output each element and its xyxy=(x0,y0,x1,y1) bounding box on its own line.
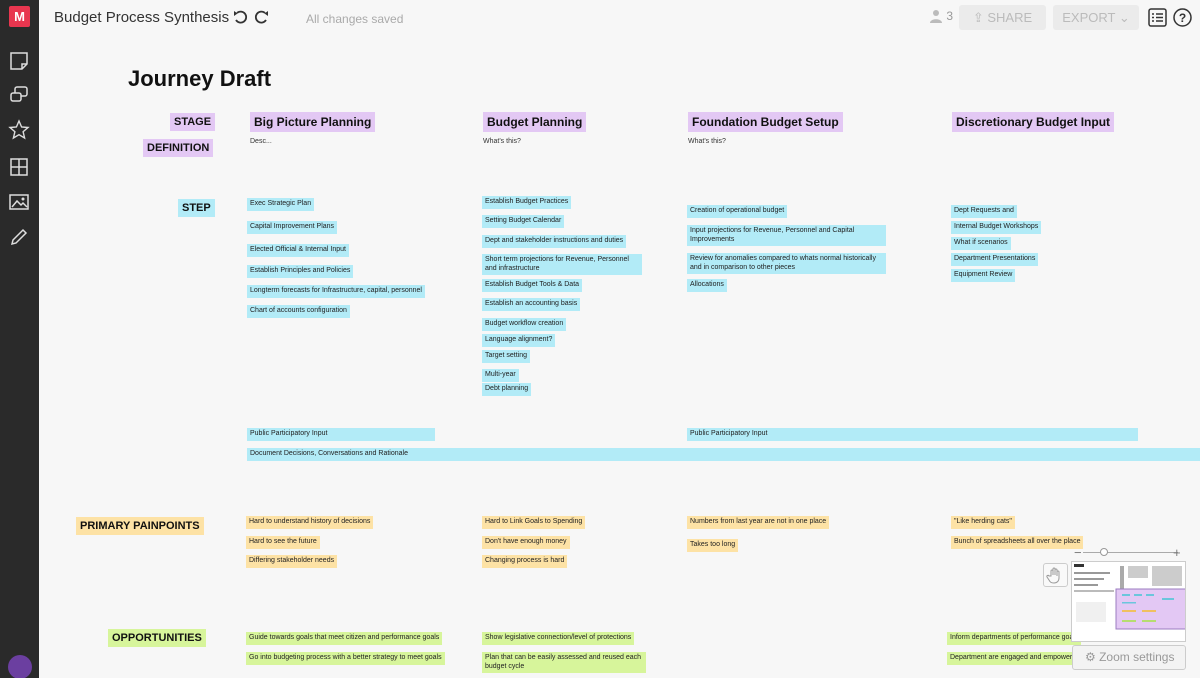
step-note[interactable]: Exec Strategic Plan xyxy=(247,198,315,211)
zoom-slider-handle[interactable] xyxy=(1100,548,1108,556)
zoom-out-button[interactable]: − xyxy=(1074,545,1082,560)
star-icon[interactable] xyxy=(8,119,30,141)
painpoint-note[interactable]: Hard to Link Goals to Spending xyxy=(482,516,586,529)
stage-description[interactable]: What's this? xyxy=(688,138,726,145)
zoom-slider[interactable] xyxy=(1083,552,1178,553)
step-note[interactable]: Debt planning xyxy=(482,383,532,396)
image-icon[interactable] xyxy=(8,191,30,213)
top-bar: M Budget Process Synthesis All changes s… xyxy=(0,0,1200,36)
minimap-preview xyxy=(1074,564,1185,630)
collaborators-count[interactable]: 3 xyxy=(929,9,953,23)
share-label: SHARE xyxy=(987,10,1033,25)
painpoint-note[interactable]: Hard to see the future xyxy=(246,536,320,549)
save-status: All changes saved xyxy=(306,12,404,26)
spanning-note[interactable]: Public Participatory Input xyxy=(687,428,1138,441)
step-note[interactable]: Longterm forecasts for Infrastructure, c… xyxy=(247,285,425,298)
document-title[interactable]: Budget Process Synthesis xyxy=(54,9,229,26)
step-note[interactable]: Equipment Review xyxy=(951,269,1016,282)
step-note[interactable]: Elected Official & Internal Input xyxy=(247,244,349,257)
zoom-in-button[interactable]: + xyxy=(1173,545,1181,560)
tool-sidebar xyxy=(0,36,39,678)
svg-text:?: ? xyxy=(1179,11,1186,25)
stage-description[interactable]: What's this? xyxy=(483,138,521,145)
painpoint-note[interactable]: Differing stakeholder needs xyxy=(246,555,338,568)
step-note[interactable]: Creation of operational budget xyxy=(687,205,788,218)
opportunity-note[interactable]: Plan that can be easily assessed and reu… xyxy=(482,652,646,673)
opportunity-note[interactable]: Show legislative connection/level of pro… xyxy=(482,632,635,645)
step-note[interactable]: Multi-year xyxy=(482,369,519,382)
step-note[interactable]: Chart of accounts configuration xyxy=(247,305,350,318)
step-note[interactable]: Budget workflow creation xyxy=(482,318,567,331)
step-note[interactable]: Capital Improvement Plans xyxy=(247,221,338,234)
opportunity-note[interactable]: Guide towards goals that meet citizen an… xyxy=(246,632,443,645)
hand-icon xyxy=(1046,567,1060,584)
chevron-down-icon: ⌄ xyxy=(1115,10,1130,25)
stage-big-picture-planning[interactable]: Big Picture Planning xyxy=(250,112,376,132)
stage-budget-planning[interactable]: Budget Planning xyxy=(483,112,587,132)
opportunity-note[interactable]: Inform departments of performance goals xyxy=(947,632,1082,645)
step-note[interactable]: Establish an accounting basis xyxy=(482,298,581,311)
label-stage[interactable]: STAGE xyxy=(170,113,216,131)
step-note[interactable]: Review for anomalies compared to whats n… xyxy=(687,253,886,274)
step-note[interactable]: Language alignment? xyxy=(482,334,556,347)
hand-tool-button[interactable] xyxy=(1043,563,1068,587)
zoom-settings-button[interactable]: ⚙ Zoom settings xyxy=(1072,645,1186,670)
label-opportunities[interactable]: OPPORTUNITIES xyxy=(108,629,206,647)
painpoint-note[interactable]: Don't have enough money xyxy=(482,536,570,549)
step-note[interactable]: Setting Budget Calendar xyxy=(482,215,565,228)
opportunity-note[interactable]: Go into budgeting process with a better … xyxy=(246,652,445,665)
undo-icon[interactable] xyxy=(232,8,250,26)
spanning-note[interactable]: Public Participatory Input xyxy=(247,428,435,441)
step-note[interactable]: Internal Budget Workshops xyxy=(951,221,1042,234)
canvas-title: Journey Draft xyxy=(128,66,272,91)
stage-discretionary-budget-input[interactable]: Discretionary Budget Input xyxy=(952,112,1115,132)
export-button[interactable]: EXPORT ⌄ xyxy=(1053,5,1139,30)
stage-foundation-budget-setup[interactable]: Foundation Budget Setup xyxy=(688,112,843,132)
painpoint-note[interactable]: "Like herding cats" xyxy=(951,516,1015,529)
help-icon[interactable]: ? xyxy=(1173,8,1192,27)
step-note[interactable]: Establish Budget Tools & Data xyxy=(482,279,583,292)
stage-description[interactable]: Desc... xyxy=(250,138,272,145)
grid-icon[interactable] xyxy=(8,156,30,178)
sticky-note-icon[interactable] xyxy=(8,50,30,72)
pen-icon[interactable] xyxy=(8,226,30,248)
step-note[interactable]: Allocations xyxy=(687,279,727,292)
user-icon xyxy=(930,10,942,23)
opportunity-note[interactable]: Department are engaged and empowered xyxy=(947,652,1083,665)
step-note[interactable]: Input projections for Revenue, Personnel… xyxy=(687,225,886,246)
gear-icon: ⚙ xyxy=(1085,650,1100,664)
label-painpoints[interactable]: PRIMARY PAINPOINTS xyxy=(76,517,204,535)
step-note[interactable]: Dept Requests and xyxy=(951,205,1017,218)
minimap[interactable] xyxy=(1071,561,1186,642)
logo-mark: M xyxy=(9,6,30,27)
export-label: EXPORT xyxy=(1062,10,1116,25)
label-step[interactable]: STEP xyxy=(178,199,215,217)
painpoint-note[interactable]: Bunch of spreadsheets all over the place xyxy=(951,536,1084,549)
share-icon: ⇪ xyxy=(972,10,988,25)
redo-icon[interactable] xyxy=(252,8,270,26)
spanning-note[interactable]: Document Decisions, Conversations and Ra… xyxy=(247,448,1200,461)
step-note[interactable]: What if scenarios xyxy=(951,237,1011,250)
step-note[interactable]: Short term projections for Revenue, Pers… xyxy=(482,254,642,275)
list-icon[interactable] xyxy=(1148,8,1167,27)
share-button[interactable]: ⇪ SHARE xyxy=(959,5,1046,30)
step-note[interactable]: Target setting xyxy=(482,350,531,363)
label-definition[interactable]: DEFINITION xyxy=(143,139,214,157)
user-avatar[interactable] xyxy=(8,655,32,678)
app-logo[interactable]: M xyxy=(0,0,39,36)
comment-icon[interactable] xyxy=(8,84,30,106)
step-note[interactable]: Department Presentations xyxy=(951,253,1039,266)
step-note[interactable]: Dept and stakeholder instructions and du… xyxy=(482,235,627,248)
step-note[interactable]: Establish Principles and Policies xyxy=(247,265,354,278)
painpoint-note[interactable]: Changing process is hard xyxy=(482,555,568,568)
painpoint-note[interactable]: Numbers from last year are not in one pl… xyxy=(687,516,830,529)
painpoint-note[interactable]: Takes too long xyxy=(687,539,739,552)
zoom-settings-label: Zoom settings xyxy=(1099,650,1175,664)
painpoint-note[interactable]: Hard to understand history of decisions xyxy=(246,516,374,529)
step-note[interactable]: Establish Budget Practices xyxy=(482,196,572,209)
user-count: 3 xyxy=(946,9,954,23)
